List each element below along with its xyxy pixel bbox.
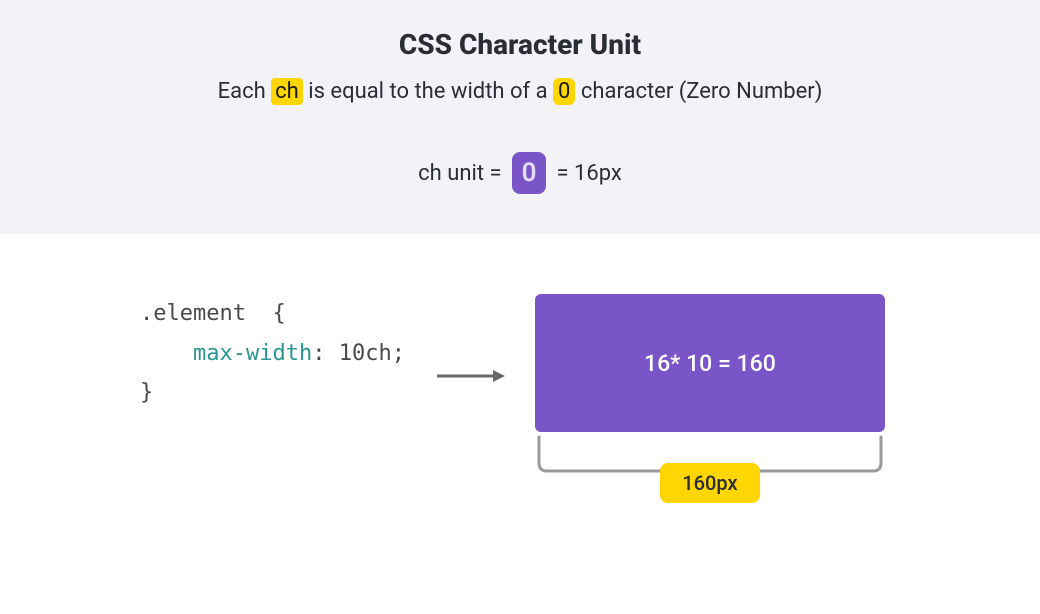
- code-semi: ;: [392, 341, 405, 366]
- result-column: 16* 10 = 160 160px: [535, 294, 885, 503]
- subtitle-suffix: character (Zero Number): [575, 79, 822, 104]
- code-block: .element { max-width: 10ch; }: [140, 294, 405, 413]
- explanation-panel: CSS Character Unit Each ch is equal to t…: [0, 0, 1040, 234]
- calculation-text: 16* 10 = 160: [644, 350, 776, 377]
- width-indicator: 160px: [535, 435, 885, 503]
- subtitle-text: Each ch is equal to the width of a 0 cha…: [20, 79, 1020, 104]
- zero-highlight: 0: [553, 78, 575, 105]
- equation-line: ch unit = 0 = 16px: [20, 152, 1020, 194]
- subtitle-prefix: Each: [218, 79, 272, 104]
- equation-right: = 16px: [556, 161, 621, 186]
- page-title: CSS Character Unit: [20, 28, 1020, 61]
- arrow-container: [435, 294, 505, 386]
- code-property: max-width: [193, 341, 312, 366]
- ch-highlight: ch: [271, 78, 303, 105]
- code-colon: :: [312, 341, 325, 366]
- result-box: 16* 10 = 160: [535, 294, 885, 432]
- code-open-brace: {: [272, 301, 285, 326]
- code-selector: .element: [140, 301, 246, 326]
- subtitle-mid: is equal to the width of a: [303, 79, 553, 104]
- width-label: 160px: [660, 463, 759, 503]
- code-close-brace: }: [140, 380, 153, 405]
- example-panel: .element { max-width: 10ch; } 16* 10 = 1…: [0, 234, 1040, 533]
- arrow-right-icon: [435, 366, 505, 386]
- code-value: 10ch: [339, 341, 392, 366]
- equation-left: ch unit =: [418, 161, 501, 186]
- zero-chip: 0: [512, 152, 547, 194]
